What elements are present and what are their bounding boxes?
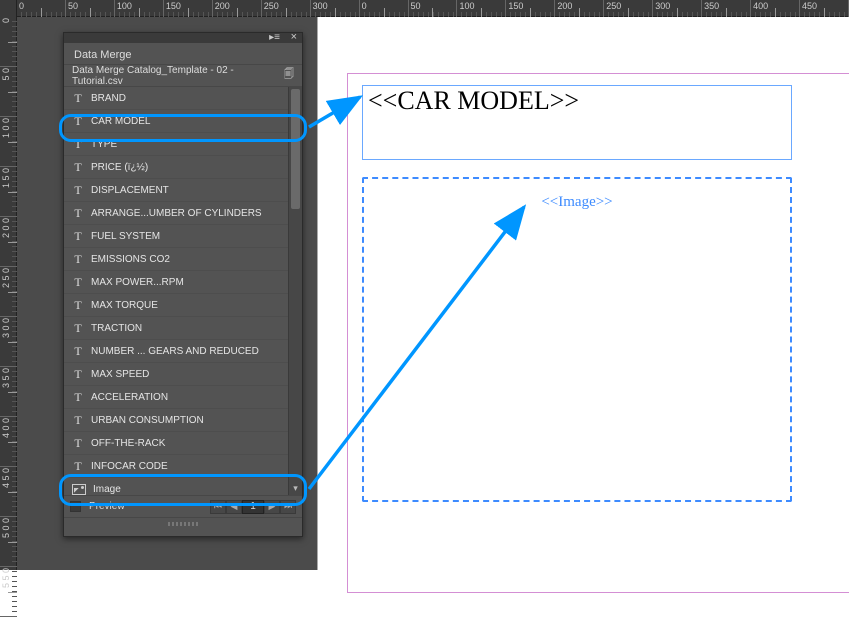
data-source-icon: 🗐 — [284, 67, 294, 84]
field-row[interactable]: T MAX SPEED — [64, 363, 302, 386]
panel-header: Data Merge — [64, 43, 302, 65]
pager-first-button[interactable]: ⏮ — [210, 500, 226, 514]
text-field-icon: T — [72, 183, 84, 198]
field-row[interactable]: TCAR MODEL1 — [64, 110, 302, 133]
preview-label: Preview — [89, 501, 125, 512]
scrollbar-thumb[interactable] — [291, 89, 300, 209]
text-field-icon: T — [72, 436, 84, 451]
field-row[interactable]: T OFF-THE-RACK — [64, 432, 302, 455]
pager-value[interactable]: 1 — [242, 500, 264, 514]
panel-close-icon[interactable]: × — [291, 31, 297, 43]
placeholder-text: <<CAR MODEL>> — [363, 86, 579, 115]
field-row[interactable]: T INFOCAR CODE — [64, 455, 302, 478]
field-label: OFF-THE-RACK — [91, 438, 165, 449]
text-field-icon: T — [72, 459, 84, 474]
field-label: EMISSIONS CO2 — [91, 254, 170, 265]
field-row[interactable]: T URBAN CONSUMPTION — [64, 409, 302, 432]
field-row[interactable]: T BRAND — [64, 87, 302, 110]
text-field-icon: T — [72, 321, 84, 336]
data-source-row[interactable]: Data Merge Catalog_Template - 02 - Tutor… — [64, 65, 302, 87]
image-field-icon — [72, 484, 86, 495]
field-row[interactable]: T MAX POWER...RPM — [64, 271, 302, 294]
field-label: PRICE (ï¿½) — [91, 162, 148, 173]
text-field-icon: T — [72, 298, 84, 313]
field-label: BRAND — [91, 93, 126, 104]
field-label: MAX TORQUE — [91, 300, 158, 311]
scroll-down-icon[interactable]: ▾ — [289, 481, 302, 495]
field-label: INFOCAR CODE — [91, 461, 168, 472]
field-label: DISPLACEMENT — [91, 185, 169, 196]
data-merge-panel[interactable]: ▸≡ × Data Merge Data Merge Catalog_Templ… — [63, 32, 303, 537]
data-source-filename: Data Merge Catalog_Template - 02 - Tutor… — [72, 65, 284, 87]
text-field-icon: T — [72, 367, 84, 382]
text-field-icon: T — [72, 91, 84, 106]
field-row[interactable]: T NUMBER ... GEARS AND REDUCED — [64, 340, 302, 363]
text-field-icon: T — [72, 114, 84, 129]
vertical-ruler: 05 01 0 01 5 02 0 02 5 03 0 03 5 04 0 04… — [0, 17, 17, 570]
placeholder-text: <<Image>> — [364, 194, 790, 211]
field-row[interactable]: T FUEL SYSTEM — [64, 225, 302, 248]
text-frame-car-model[interactable]: <<CAR MODEL>> — [362, 85, 792, 160]
field-row[interactable]: T ACCELERATION — [64, 386, 302, 409]
panel-title[interactable]: Data Merge — [64, 45, 141, 63]
fields-list: TBRANDTCAR MODEL1TTYPETPRICE (ï¿½)TDISPL… — [64, 87, 302, 495]
text-field-icon: T — [72, 137, 84, 152]
field-label: MAX SPEED — [91, 369, 149, 380]
text-field-icon: T — [72, 160, 84, 175]
panel-menu-icon[interactable]: ▸≡ — [269, 32, 280, 43]
field-label: ACCELERATION — [91, 392, 168, 403]
field-row[interactable]: T TRACTION — [64, 317, 302, 340]
field-row[interactable]: T TYPE — [64, 133, 302, 156]
panel-resize-grip[interactable] — [64, 517, 302, 529]
text-field-icon: T — [72, 252, 84, 267]
workspace: <<CAR MODEL>> <<Image>> ▸≡ × Data Merge … — [17, 17, 849, 570]
field-row[interactable]: Image1 — [64, 478, 302, 495]
pager-last-button[interactable]: ⏭ — [280, 500, 296, 514]
field-label: TRACTION — [91, 323, 142, 334]
preview-checkbox[interactable] — [70, 501, 81, 512]
field-row[interactable]: T EMISSIONS CO2 — [64, 248, 302, 271]
field-row[interactable]: T DISPLACEMENT — [64, 179, 302, 202]
panel-footer: Preview ⏮ ◀ 1 ▶ ⏭ — [64, 495, 302, 517]
ruler-corner — [0, 0, 17, 17]
field-label: ARRANGE...UMBER OF CYLINDERS — [91, 208, 262, 219]
field-label: MAX POWER...RPM — [91, 277, 184, 288]
pager-next-button[interactable]: ▶ — [264, 500, 280, 514]
text-field-icon: T — [72, 413, 84, 428]
field-label: TYPE — [91, 139, 117, 150]
pager: ⏮ ◀ 1 ▶ ⏭ — [210, 500, 296, 514]
text-field-icon: T — [72, 229, 84, 244]
panel-tabbar[interactable]: ▸≡ × — [64, 33, 302, 43]
text-field-icon: T — [72, 275, 84, 290]
field-label: Image — [93, 484, 121, 495]
field-label: FUEL SYSTEM — [91, 231, 160, 242]
text-field-icon: T — [72, 206, 84, 221]
text-field-icon: T — [72, 390, 84, 405]
field-label: CAR MODEL — [91, 116, 150, 127]
horizontal-ruler: 0501001502002503000501001502002503003504… — [0, 0, 849, 17]
field-label: NUMBER ... GEARS AND REDUCED — [91, 346, 259, 357]
image-frame[interactable]: <<Image>> — [362, 177, 792, 502]
scrollbar[interactable]: ▾ — [288, 87, 302, 495]
field-row[interactable]: T PRICE (ï¿½) — [64, 156, 302, 179]
text-field-icon: T — [72, 344, 84, 359]
pager-prev-button[interactable]: ◀ — [226, 500, 242, 514]
field-label: URBAN CONSUMPTION — [91, 415, 204, 426]
field-row[interactable]: T MAX TORQUE — [64, 294, 302, 317]
field-row[interactable]: T ARRANGE...UMBER OF CYLINDERS — [64, 202, 302, 225]
